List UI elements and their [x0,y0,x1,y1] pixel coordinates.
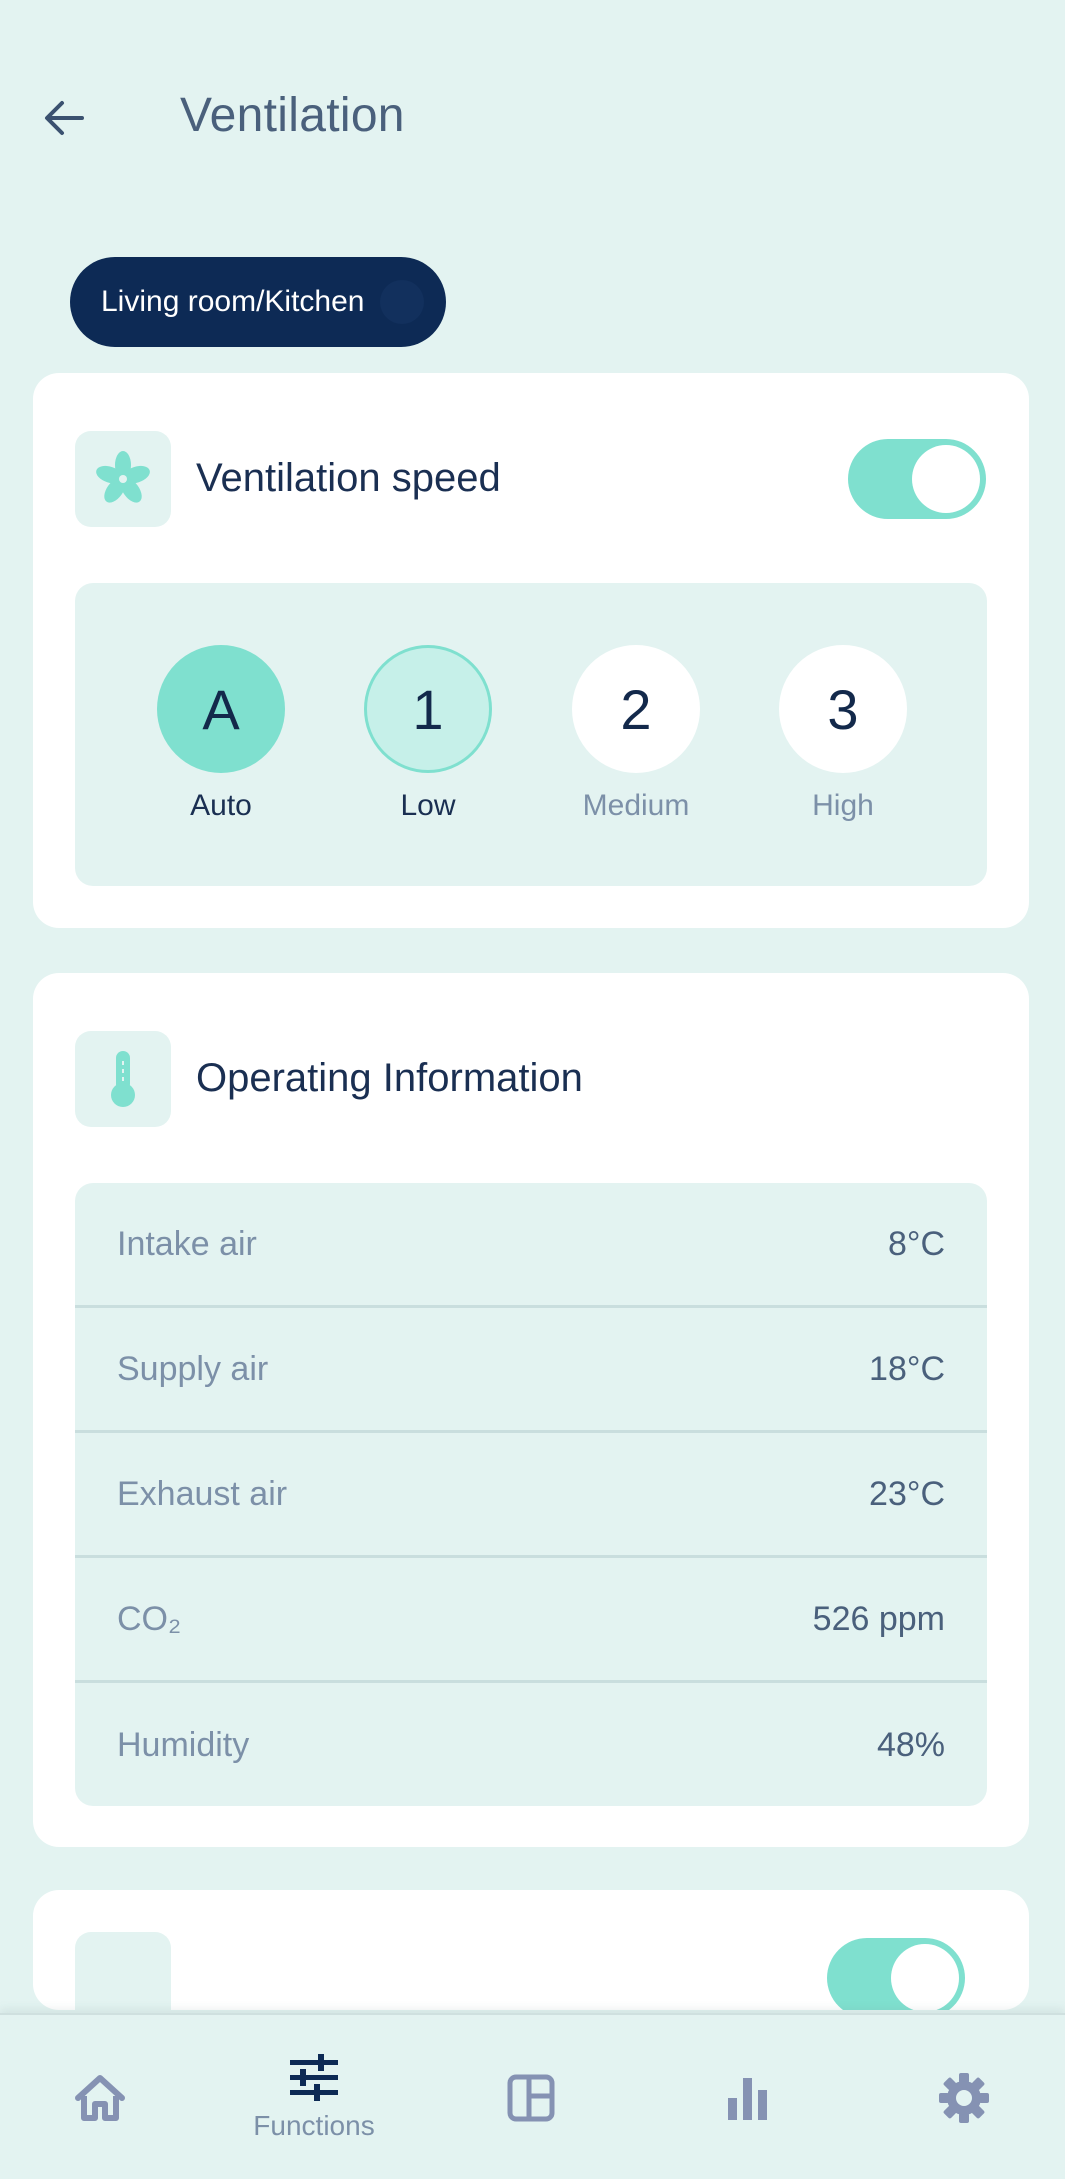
demand-control-toggle[interactable] [827,1938,965,2010]
nav-home[interactable] [20,2015,180,2179]
speed-option-low[interactable]: 1 Low [364,645,492,823]
speed-option-medium[interactable]: 2 Medium [572,645,700,823]
fan-icon-tile [75,431,171,527]
speed-option-label: Medium [582,789,690,822]
arrow-left-icon [45,101,84,135]
demand-control-icon-tile [75,1932,171,2010]
thermometer-icon [111,1051,135,1107]
nav-settings[interactable] [884,2015,1044,2179]
room-chip-indicator [380,280,424,324]
info-value: 23°C [869,1474,945,1513]
ventilation-toggle[interactable] [848,439,986,519]
toggle-knob [912,445,980,513]
info-label: Supply air [117,1349,269,1388]
info-label: Exhaust air [117,1474,288,1513]
speed-option-circle: 3 [779,645,907,773]
speed-option-circle: A [157,645,285,773]
bottom-navigation: Functions [0,2013,1065,2179]
info-label: Intake air [117,1224,257,1263]
nav-layout[interactable] [451,2015,611,2179]
operating-info-title: Operating Information [196,1056,583,1100]
operating-info-card: Operating Information Intake air 8°C Sup… [33,973,1029,1847]
nav-statistics[interactable] [668,2015,828,2179]
layout-icon [507,2074,555,2122]
info-value: 526 ppm [812,1599,945,1638]
app-root: Ventilation Living room/Kitchen Ventilat… [0,0,1065,2179]
nav-functions-label: Functions [253,2110,375,2141]
info-row-exhaust-air: Exhaust air 23°C [75,1433,987,1558]
speed-option-circle: 2 [572,645,700,773]
info-row-humidity: Humidity 48% [75,1683,987,1806]
info-row-supply-air: Supply air 18°C [75,1308,987,1433]
fan-icon [96,451,150,503]
speed-option-high[interactable]: 3 High [779,645,907,823]
info-label: CO₂ [117,1599,182,1638]
ventilation-speed-card: Ventilation speed A Auto 1 Low 2 Medium … [33,373,1029,928]
info-row-intake-air: Intake air 8°C [75,1183,987,1308]
back-button[interactable] [36,90,92,146]
speed-options-panel: A Auto 1 Low 2 Medium 3 High [75,583,987,886]
info-value: 48% [876,1726,945,1764]
info-label: Humidity [117,1726,250,1764]
page-title: Ventilation [180,89,405,142]
room-selector-chip[interactable]: Living room/Kitchen [70,257,446,347]
operating-info-table: Intake air 8°C Supply air 18°C Exhaust a… [75,1183,987,1806]
speed-option-label: Auto [190,789,252,822]
info-row-co2: CO₂ 526 ppm [75,1558,987,1683]
sliders-icon [290,2054,338,2101]
demand-control-card [33,1890,1029,2010]
info-value: 8°C [887,1224,945,1263]
ventilation-speed-title: Ventilation speed [196,456,501,500]
speed-option-label: High [812,789,874,822]
info-value: 18°C [869,1349,945,1388]
thermometer-icon-tile [75,1031,171,1127]
room-selector-label: Living room/Kitchen [101,285,365,318]
nav-functions[interactable]: Functions [234,2015,394,2179]
speed-option-circle: 1 [364,645,492,773]
toggle-knob [891,1944,959,2010]
header: Ventilation [0,70,1065,166]
gear-icon [939,2073,989,2123]
speed-option-auto[interactable]: A Auto [157,645,285,823]
home-icon [75,2075,125,2121]
speed-option-label: Low [400,789,456,822]
bar-chart-icon [728,2078,767,2120]
